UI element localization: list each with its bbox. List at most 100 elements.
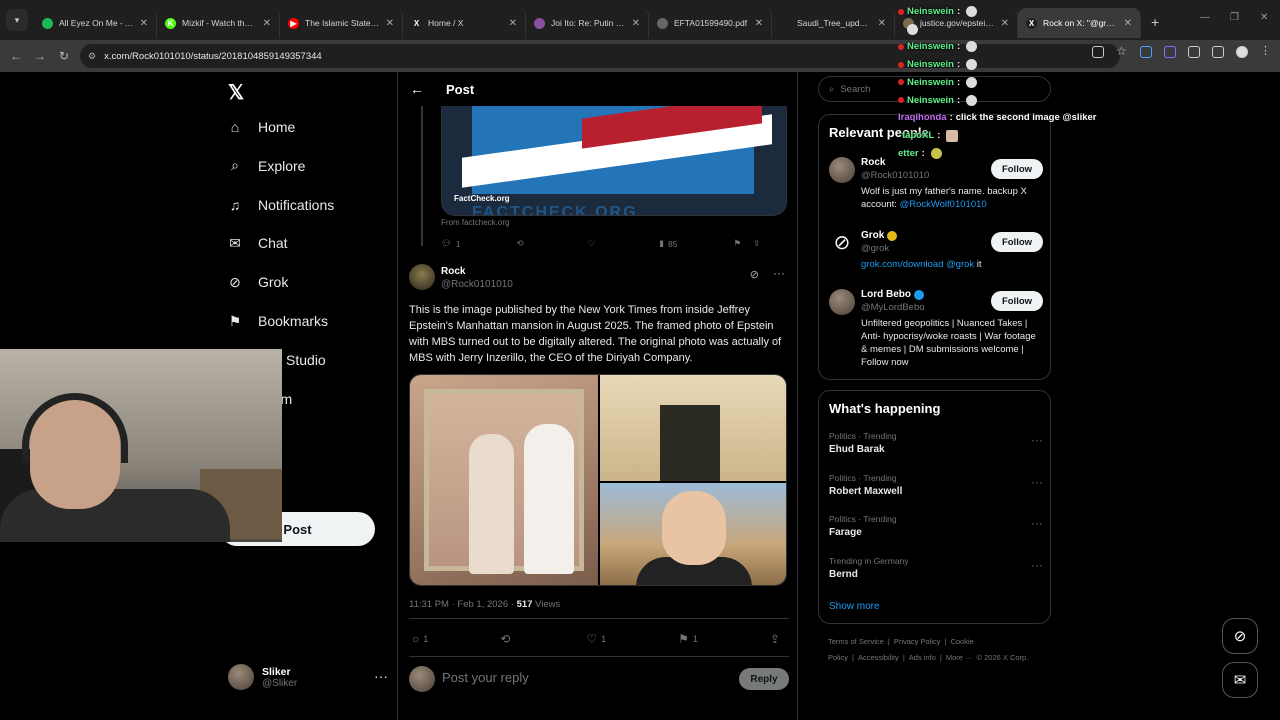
close-window-button[interactable]: ✕: [1260, 12, 1268, 23]
media-icon[interactable]: [1212, 46, 1224, 58]
puzzle-icon[interactable]: [1188, 46, 1200, 58]
footer-link[interactable]: Accessibility: [858, 653, 899, 662]
like-action[interactable]: ♡: [588, 238, 596, 249]
forward-button[interactable]: →: [28, 49, 52, 63]
share-action[interactable]: ⇪: [753, 238, 760, 249]
tab-close-icon[interactable]: ✕: [755, 18, 763, 29]
repost-action[interactable]: ⟲: [500, 632, 510, 646]
reply-action[interactable]: 💬︎ 1: [441, 238, 461, 249]
follow-button[interactable]: Follow: [991, 159, 1043, 179]
more-options-icon[interactable]: ···: [773, 266, 785, 280]
new-tab-button[interactable]: +: [1151, 14, 1159, 30]
author-avatar[interactable]: [409, 264, 435, 290]
like-action[interactable]: ♡ 1: [586, 632, 606, 646]
footer-link[interactable]: Ads info: [909, 653, 936, 662]
browser-tab[interactable]: X Rock on X: "@grok @ ✕: [1018, 8, 1141, 38]
more-icon[interactable]: ···: [1031, 558, 1043, 572]
bookmark-star-icon[interactable]: ☆: [1116, 45, 1128, 58]
tab-close-icon[interactable]: ✕: [509, 18, 517, 29]
media-image-1[interactable]: [410, 375, 598, 585]
person-handle[interactable]: @Rock0101010: [861, 170, 929, 181]
avatar[interactable]: [829, 289, 855, 315]
footer-link[interactable]: Privacy Policy: [894, 637, 941, 646]
more-icon[interactable]: ···: [1031, 475, 1043, 489]
minimize-button[interactable]: —: [1200, 12, 1210, 23]
maximize-button[interactable]: ❐: [1230, 12, 1239, 23]
grok-icon[interactable]: ⊘: [829, 230, 855, 256]
bio-link[interactable]: @RockWolf0101010: [900, 199, 987, 210]
person-name[interactable]: Rock: [861, 157, 885, 168]
install-app-icon[interactable]: [1092, 46, 1104, 58]
trend-item[interactable]: Trending in Germany Bernd ···: [829, 556, 1043, 580]
browser-tab[interactable]: Saudi_Tree_updated ✕: [772, 8, 895, 38]
trend-item[interactable]: Politics · Trending Farage ···: [829, 514, 1043, 538]
account-switcher[interactable]: Sliker @Sliker ···: [228, 662, 388, 692]
tab-search-button[interactable]: ▾: [6, 9, 28, 31]
media-image-2[interactable]: [600, 375, 786, 481]
person-name[interactable]: Lord Bebo: [861, 289, 924, 300]
tab-close-icon[interactable]: ✕: [140, 18, 148, 29]
messages-fab-icon[interactable]: ✉: [1222, 662, 1258, 698]
reply-action[interactable]: ○ 1: [412, 632, 428, 646]
trend-item[interactable]: Politics · Trending Robert Maxwell ···: [829, 473, 1043, 497]
card-source[interactable]: From factcheck.org: [441, 218, 509, 227]
views-action[interactable]: ▮ 85: [659, 238, 677, 249]
grok-icon: ⊘: [229, 273, 241, 290]
more-icon[interactable]: ···: [374, 668, 388, 684]
tab-close-icon[interactable]: ✕: [1001, 18, 1009, 29]
extension-icon[interactable]: [1140, 46, 1152, 58]
author-handle[interactable]: @Rock0101010: [441, 279, 513, 290]
nav-item-notifications[interactable]: ♫ Notifications: [226, 196, 335, 214]
follow-button[interactable]: Follow: [991, 232, 1043, 252]
profile-avatar[interactable]: [1236, 46, 1248, 58]
grok-icon[interactable]: ⊘: [750, 268, 759, 281]
more-icon[interactable]: ···: [1031, 433, 1043, 447]
person-handle[interactable]: @grok: [861, 243, 889, 254]
browser-tab[interactable]: K Mizkif - Watch the V ✕: [157, 8, 280, 38]
nav-item-grok[interactable]: ⊘ Grok: [226, 273, 288, 291]
trend-item[interactable]: Politics · Trending Ehud Barak ···: [829, 431, 1043, 455]
show-more-link[interactable]: Show more: [829, 601, 880, 612]
grok-fab-icon[interactable]: ⊘: [1222, 618, 1258, 654]
share-action[interactable]: ⇪: [770, 632, 780, 646]
tab-close-icon[interactable]: ✕: [1124, 18, 1132, 29]
nav-item-explore[interactable]: ⌕ Explore: [226, 157, 305, 175]
browser-tab[interactable]: EFTA01599490.pdf ✕: [649, 8, 772, 38]
author-name[interactable]: Rock: [441, 266, 465, 277]
x-logo[interactable]: 𝕏: [228, 80, 244, 105]
bookmark-action[interactable]: ⚑: [733, 238, 741, 249]
footer-link[interactable]: © 2026 X Corp.: [977, 653, 1029, 662]
reload-button[interactable]: ↻: [52, 49, 76, 63]
menu-icon[interactable]: ⋮: [1260, 46, 1272, 58]
follow-button[interactable]: Follow: [991, 291, 1043, 311]
bookmark-action[interactable]: ⚑ 1: [678, 632, 698, 646]
nav-item-bookmarks[interactable]: ⚑ Bookmarks: [226, 312, 328, 330]
reply-input[interactable]: Post your reply: [442, 670, 529, 685]
nav-item-home[interactable]: ⌂ Home: [226, 118, 296, 136]
back-button[interactable]: ←: [4, 49, 28, 63]
repost-action[interactable]: ⟲: [517, 238, 524, 249]
browser-tab[interactable]: All Eyez On Me - Alb ✕: [34, 8, 157, 38]
tweet-timestamp[interactable]: 11:31 PM · Feb 1, 2026 ·: [409, 599, 517, 610]
link-card-image[interactable]: FactCheck.org FACTCHECK.ORG: [441, 106, 787, 216]
nav-item-chat[interactable]: ✉ Chat: [226, 234, 287, 252]
bio-link[interactable]: grok.com/download @grok: [861, 259, 974, 270]
person-name[interactable]: Grok: [861, 230, 898, 241]
reply-button[interactable]: Reply: [739, 668, 789, 690]
footer-link[interactable]: Terms of Service: [828, 637, 884, 646]
shield-extension-icon[interactable]: [1164, 46, 1176, 58]
avatar[interactable]: [829, 157, 855, 183]
tab-close-icon[interactable]: ✕: [263, 18, 271, 29]
back-arrow-icon[interactable]: ←: [410, 81, 424, 97]
browser-tab[interactable]: ▶ The Islamic State (Ful ✕: [280, 8, 403, 38]
footer-link[interactable]: More ···: [946, 653, 973, 662]
site-info-icon[interactable]: ⚙: [88, 51, 96, 62]
tab-close-icon[interactable]: ✕: [878, 18, 886, 29]
more-icon[interactable]: ···: [1031, 516, 1043, 530]
browser-tab[interactable]: Joi Ito: Re: Putin — E ✕: [526, 8, 649, 38]
browser-tab[interactable]: X Home / X ✕: [403, 8, 526, 38]
person-handle[interactable]: @MyLordBebo: [861, 302, 925, 313]
tab-close-icon[interactable]: ✕: [632, 18, 640, 29]
media-image-3[interactable]: [600, 483, 786, 585]
tab-close-icon[interactable]: ✕: [386, 18, 394, 29]
